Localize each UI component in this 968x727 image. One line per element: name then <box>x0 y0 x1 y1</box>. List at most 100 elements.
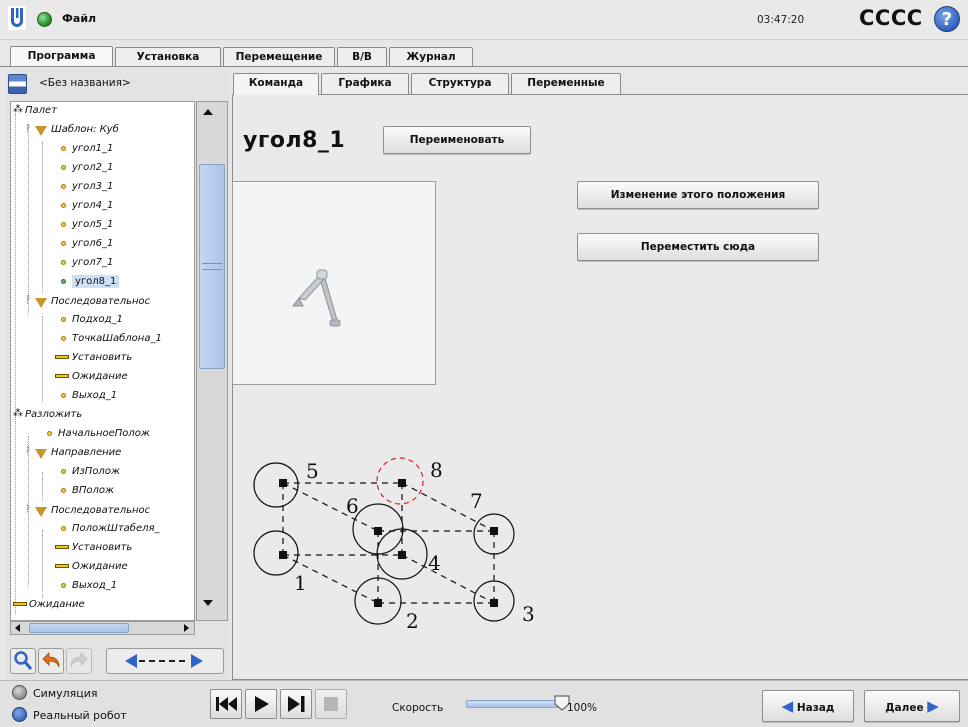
tree-node-sequence[interactable]: Последовательнос <box>51 504 150 517</box>
tree-node-waypoint[interactable]: угол1_1 <box>72 142 113 155</box>
move-here-button[interactable]: Переместить сюда <box>577 233 819 261</box>
tab-io[interactable]: В/В <box>337 47 387 67</box>
program-header: <Без названия> <box>5 70 229 98</box>
scroll-thumb[interactable] <box>199 164 225 369</box>
waypoint-selected-icon <box>61 279 66 284</box>
tree-node-waypoint[interactable]: ПоложШтабеля_ <box>72 522 160 535</box>
tree-node-waypoint[interactable]: ВПолож <box>72 484 114 497</box>
play-icon <box>255 696 269 712</box>
tree-node-template[interactable]: Шаблон: Куб <box>51 123 119 136</box>
step-button[interactable] <box>280 689 312 719</box>
scroll-thumb[interactable] <box>29 623 129 633</box>
tree-node-wait[interactable]: Ожидание <box>72 370 128 383</box>
play-button[interactable] <box>245 689 277 719</box>
tree-node-pallet[interactable]: Палет <box>25 104 57 117</box>
tree-node-waypoint[interactable]: угол7_1 <box>72 256 113 269</box>
pallet-label-1: 1 <box>294 571 307 595</box>
tab-graphics[interactable]: Графика <box>321 73 409 94</box>
tab-move[interactable]: Перемещение <box>223 47 335 67</box>
tree-node-waypoint[interactable]: Выход_1 <box>72 579 117 592</box>
folder-key-icon: ᚹ <box>25 124 31 135</box>
scroll-right-icon[interactable] <box>184 624 189 632</box>
tree-node-set[interactable]: Установить <box>72 351 132 364</box>
simulation-radio[interactable] <box>12 685 27 700</box>
skip-to-start-button[interactable] <box>210 689 242 719</box>
pallet-pattern-diagram: 1 2 3 4 5 6 7 8 <box>253 457 535 633</box>
tab-divider <box>0 66 968 67</box>
tree-node-waypoint[interactable]: ТочкаШаблона_1 <box>72 332 162 345</box>
title-bar <box>0 0 968 40</box>
tree-node-sequence[interactable]: Последовательнос <box>51 295 150 308</box>
program-toolbar <box>10 648 224 674</box>
pallet-label-8: 8 <box>430 458 443 482</box>
pallet-icon: ⁂ <box>13 104 23 115</box>
tree-node-selected[interactable]: угол8_1 <box>72 275 120 288</box>
tree-node-waypoint[interactable]: Выход_1 <box>72 389 117 402</box>
tree-horizontal-scrollbar[interactable] <box>10 621 195 635</box>
scroll-left-icon[interactable] <box>15 624 20 632</box>
rename-button[interactable]: Переименовать <box>383 126 531 154</box>
waypoint-icon <box>61 317 66 322</box>
tree-node-waypoint[interactable]: угол5_1 <box>72 218 113 231</box>
search-button[interactable] <box>10 648 36 674</box>
tab-log[interactable]: Журнал <box>389 47 473 67</box>
back-button[interactable]: ◀ Назад <box>762 690 854 722</box>
tab-program[interactable]: Программа <box>10 46 113 67</box>
waypoint-icon <box>61 260 66 265</box>
tree-node-unpallet[interactable]: Разложить <box>25 408 82 421</box>
real-robot-radio[interactable] <box>12 707 27 722</box>
scroll-grip <box>202 263 222 270</box>
waypoint-icon <box>61 469 66 474</box>
folder-key-icon: ᚹ <box>25 295 31 306</box>
redo-button[interactable] <box>66 648 92 674</box>
stop-icon <box>324 697 338 711</box>
tab-structure[interactable]: Структура <box>411 73 509 94</box>
speed-slider[interactable] <box>466 700 561 708</box>
tab-command[interactable]: Команда <box>233 73 319 95</box>
arrow-right-icon: ▶ <box>927 697 939 715</box>
next-label: Далее <box>885 702 924 714</box>
scroll-up-icon[interactable] <box>203 109 213 115</box>
move-node-button[interactable] <box>106 648 224 674</box>
folder-icon <box>35 507 47 517</box>
ur-logo-icon <box>8 6 26 30</box>
waypoint-icon <box>61 488 66 493</box>
tree-node-direction[interactable]: Направление <box>51 446 121 459</box>
tree-node-waypoint[interactable]: Подход_1 <box>72 313 123 326</box>
tab-variables[interactable]: Переменные <box>511 73 621 94</box>
waypoint-icon <box>61 241 66 246</box>
change-position-button[interactable]: Изменение этого положения <box>577 181 819 209</box>
scroll-down-icon[interactable] <box>203 600 213 606</box>
tree-node-waypoint[interactable]: ИзПолож <box>72 465 120 478</box>
pallet-label-7: 7 <box>470 489 483 513</box>
tree-node-wait[interactable]: Ожидание <box>29 598 85 611</box>
save-icon[interactable] <box>8 74 27 94</box>
waypoint-icon <box>61 526 66 531</box>
pallet-label-2: 2 <box>406 609 419 633</box>
undo-icon <box>42 652 60 668</box>
tree-node-waypoint[interactable]: угол2_1 <box>72 161 113 174</box>
tree-node-wait[interactable]: Ожидание <box>72 560 128 573</box>
program-name: <Без названия> <box>39 77 131 89</box>
skip-start-icon <box>216 697 237 711</box>
waypoint-icon <box>61 203 66 208</box>
help-icon[interactable]: ? <box>934 6 960 32</box>
robot-preview[interactable] <box>232 181 436 385</box>
tree-vertical-scrollbar[interactable] <box>196 101 228 621</box>
file-menu[interactable]: Файл <box>62 12 96 25</box>
tree-node-set[interactable]: Установить <box>72 541 132 554</box>
tree-node-waypoint[interactable]: угол3_1 <box>72 180 113 193</box>
pallet-label-3: 3 <box>522 602 535 626</box>
tree-node-waypoint[interactable]: угол4_1 <box>72 199 113 212</box>
waypoint-title: угол8_1 <box>243 128 346 153</box>
tab-installation[interactable]: Установка <box>115 47 221 67</box>
next-button[interactable]: Далее ▶ <box>864 690 960 722</box>
wait-icon <box>13 602 27 606</box>
tree-node-waypoint[interactable]: угол6_1 <box>72 237 113 250</box>
undo-button[interactable] <box>38 648 64 674</box>
pallet-icon: ⁂ <box>13 408 23 419</box>
stop-button[interactable] <box>315 689 347 719</box>
program-tree[interactable]: ⁂ Палет ᚹ Шаблон: Куб угол1_1 угол2_1 уг… <box>10 101 195 621</box>
tree-node-waypoint[interactable]: НачальноеПолож <box>58 427 150 440</box>
wait-icon <box>55 374 69 378</box>
